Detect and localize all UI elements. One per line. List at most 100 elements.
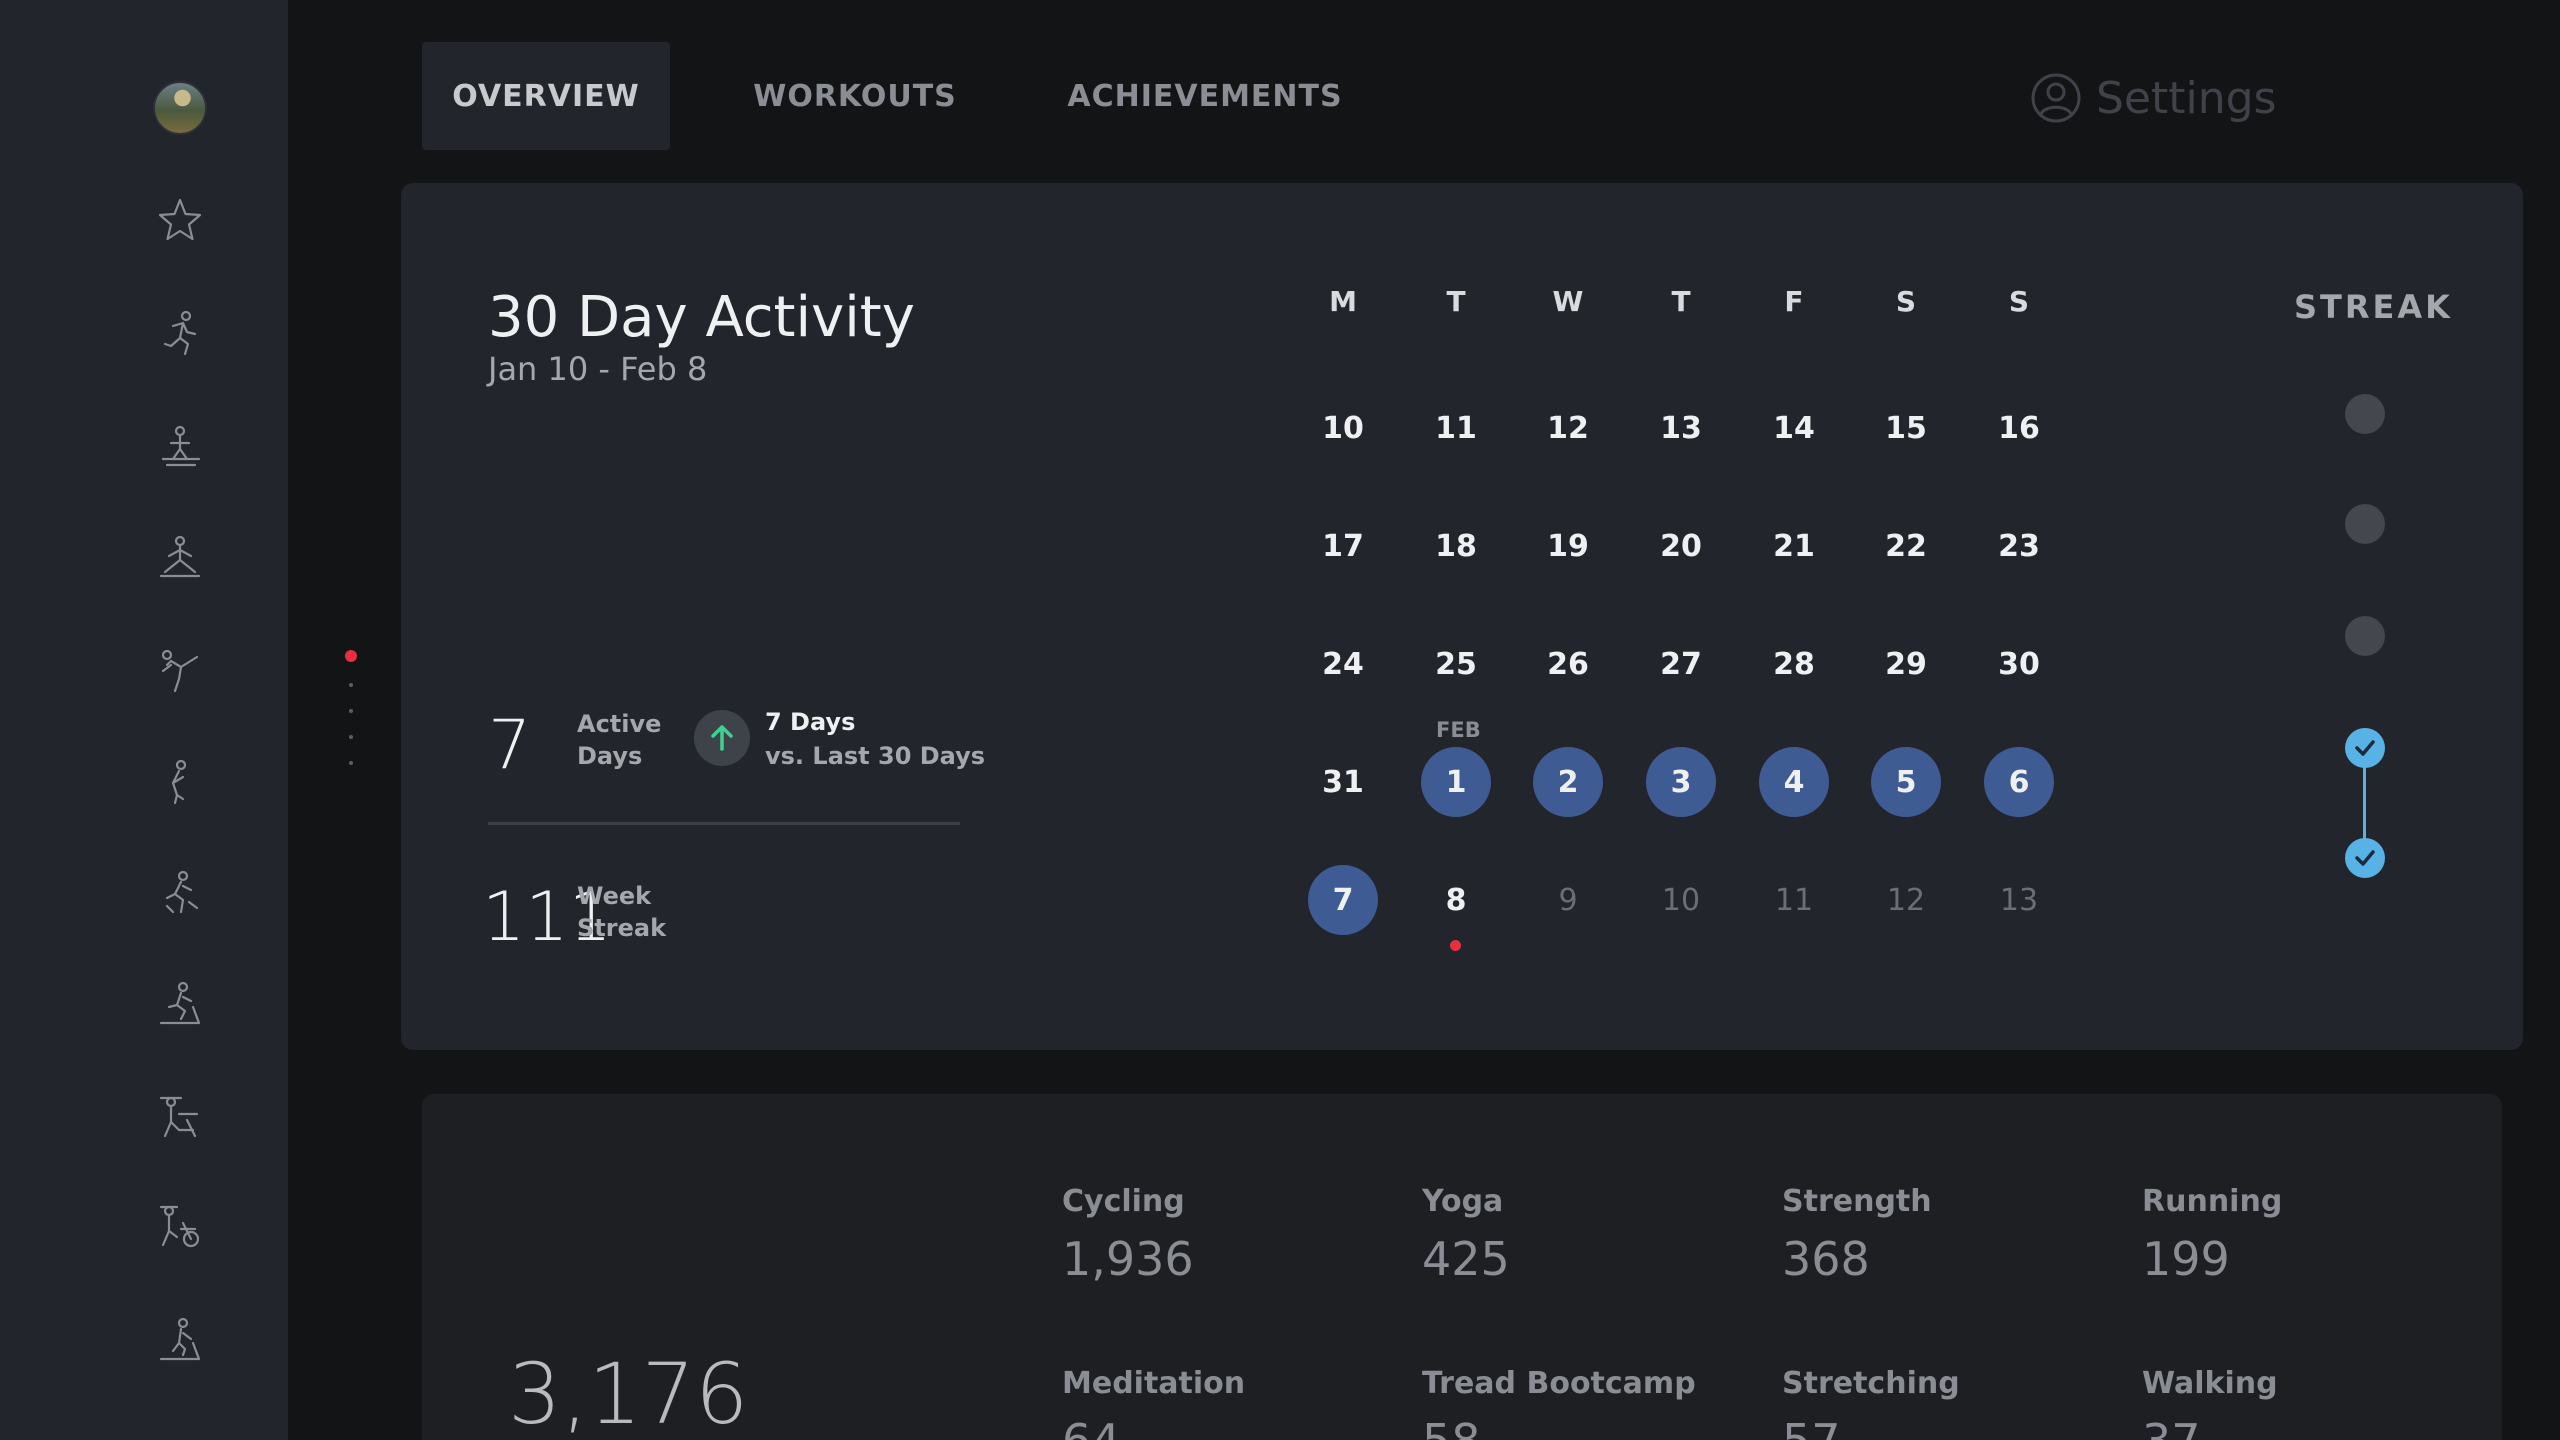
sidebar-item-kick[interactable] [150,640,210,700]
category-label: Running [2142,1184,2283,1219]
star-icon [158,198,202,241]
category-value: 368 [1782,1232,1870,1286]
calendar-day[interactable]: 29 [1871,629,1941,699]
calendar-day[interactable]: 26 [1533,629,1603,699]
activity-date-range: Jan 10 - Feb 8 [488,350,708,388]
bike-bootcamp-icon [159,1205,200,1248]
calendar-day[interactable]: 11 [1421,393,1491,463]
tab-achievements[interactable]: ACHIEVEMENTS [1060,42,1350,150]
calendar-day[interactable]: 9 [1533,865,1603,935]
calendar-day[interactable]: 31 [1308,747,1378,817]
calendar-day[interactable]: 15 [1871,393,1941,463]
weekday-header: S [2008,285,2030,318]
calendar-day-active[interactable]: 6 [1984,747,2054,817]
calendar-day-active[interactable]: 5 [1871,747,1941,817]
total-workouts-value: 3,176 [508,1345,749,1440]
scroll-indicator-dot[interactable] [349,761,353,765]
category-label: Meditation [1062,1366,1246,1401]
sidebar-item-outdoor-run[interactable] [150,303,210,363]
streak-week-empty [2345,504,2385,544]
calendar-day[interactable]: 24 [1308,629,1378,699]
streak-week-complete [2345,728,2385,768]
calendar-day[interactable]: 27 [1646,629,1716,699]
scroll-indicator-dot[interactable] [349,735,353,739]
category-label: Yoga [1422,1184,1504,1219]
calendar-day[interactable]: 30 [1984,629,2054,699]
calendar-day[interactable]: 12 [1533,393,1603,463]
sidebar-item-bootcamp[interactable] [150,863,210,923]
calendar-day[interactable]: 12 [1871,865,1941,935]
active-days-label: Active Days [577,710,662,770]
calendar-day[interactable]: 11 [1759,865,1829,935]
kick-icon [161,649,199,693]
tread-walk-icon [159,1317,201,1361]
strength-icon [159,1096,199,1138]
bootcamp-icon [165,870,199,914]
calendar-day[interactable]: 18 [1421,511,1491,581]
category-value: 58 [1422,1414,1481,1440]
sidebar-item-strength[interactable] [150,1087,210,1147]
settings-label: Settings [2096,72,2277,124]
calendar-day[interactable]: 21 [1759,511,1829,581]
week-streak-label: Week Streak [577,882,667,942]
tab-workouts[interactable]: WORKOUTS [730,42,980,150]
trend-value: 7 Days [765,708,856,736]
streak-week-empty [2345,616,2385,656]
calendar-day-active[interactable]: 1 [1421,747,1491,817]
calendar-day[interactable]: 14 [1759,393,1829,463]
category-value: 64 [1062,1414,1121,1440]
calendar-day-active[interactable]: 3 [1646,747,1716,817]
activity-title: 30 Day Activity [488,285,915,350]
calendar-day[interactable]: 19 [1533,511,1603,581]
sidebar-item-treadmill[interactable] [150,974,210,1034]
month-marker: FEB [1436,718,1481,742]
weekday-header: T [1446,285,1466,318]
calendar-day-active[interactable]: 7 [1308,865,1378,935]
row-icon [161,425,201,467]
calendar-day[interactable]: 17 [1308,511,1378,581]
sidebar-item-yoga[interactable] [150,527,210,587]
sidebar-item-bike-bootcamp[interactable] [150,1198,210,1258]
category-label: Walking [2142,1366,2278,1401]
streak-title: STREAK [2294,288,2453,326]
sidebar-item-row[interactable] [150,416,210,476]
calendar-day[interactable]: 10 [1646,865,1716,935]
weekday-header: T [1671,285,1691,318]
sidebar-item-tread-walk[interactable] [150,1310,210,1370]
avatar[interactable] [153,81,207,135]
streak-week-empty [2345,394,2385,434]
calendar-day[interactable]: 13 [1646,393,1716,463]
sidebar-item-stretch[interactable] [150,752,210,812]
user-icon [2031,73,2081,123]
settings-button[interactable]: Settings [2030,66,2276,130]
scroll-indicator-dot[interactable] [349,683,353,687]
divider [488,822,960,825]
today-indicator [1450,940,1461,951]
trend-up-icon [694,710,750,766]
check-icon [2355,850,2375,866]
calendar-day[interactable]: 25 [1421,629,1491,699]
calendar-day[interactable]: 23 [1984,511,2054,581]
calendar-day[interactable]: 10 [1308,393,1378,463]
calendar-day[interactable]: 20 [1646,511,1716,581]
sidebar-item-star[interactable] [150,191,210,251]
category-label: Strength [1782,1184,1932,1219]
scroll-indicator-dot[interactable] [349,709,353,713]
calendar-day[interactable]: 28 [1759,629,1829,699]
yoga-icon [159,535,201,578]
weekday-header: W [1552,285,1584,318]
calendar-day-today[interactable]: 8 [1421,865,1491,935]
calendar-day-active[interactable]: 4 [1759,747,1829,817]
active-days-value: 7 [488,706,532,785]
category-label: Cycling [1062,1184,1185,1219]
scroll-indicator-active[interactable] [345,650,357,662]
calendar-day[interactable]: 13 [1984,865,2054,935]
calendar-day[interactable]: 16 [1984,393,2054,463]
category-value: 425 [1422,1232,1510,1286]
calendar-day-active[interactable]: 2 [1533,747,1603,817]
calendar-day[interactable]: 22 [1871,511,1941,581]
streak-week-complete [2345,838,2385,878]
trend-label: vs. Last 30 Days [765,742,986,770]
category-value: 1,936 [1062,1232,1194,1286]
tab-overview[interactable]: OVERVIEW [422,42,670,150]
